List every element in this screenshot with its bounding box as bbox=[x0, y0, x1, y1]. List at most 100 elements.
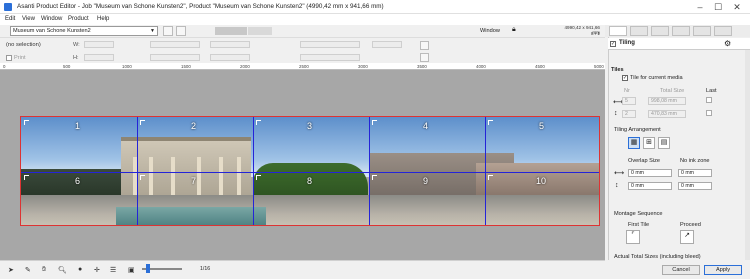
ruler-tick-label: 3000 bbox=[358, 63, 368, 69]
tab-media[interactable] bbox=[672, 26, 690, 36]
flip-button[interactable] bbox=[372, 41, 402, 48]
minimize-icon[interactable]: – bbox=[694, 2, 706, 12]
y-field[interactable] bbox=[150, 54, 200, 61]
width-field[interactable] bbox=[84, 41, 114, 48]
tiles-count-horizontal[interactable]: 5 bbox=[622, 97, 636, 105]
tile-size-horizontal[interactable]: 998,08 mm bbox=[648, 97, 686, 105]
gear-icon[interactable]: ⚙ bbox=[724, 39, 731, 48]
tile-number: 3 bbox=[307, 121, 313, 131]
guides-button[interactable] bbox=[420, 53, 429, 62]
sliders-icon[interactable]: ☰ bbox=[110, 266, 116, 274]
print-checkbox[interactable] bbox=[6, 55, 12, 61]
app-icon bbox=[4, 3, 12, 11]
panorama-image[interactable]: 1 2 3 4 5 6 7 8 9 10 bbox=[20, 116, 600, 226]
ruler-tick-label: 4500 bbox=[535, 63, 545, 69]
proceed-selector[interactable]: ↗ bbox=[680, 230, 694, 244]
tile-current-media-checkbox[interactable]: ✓ bbox=[622, 75, 628, 81]
arrangement-grid-button[interactable]: ▦ bbox=[628, 137, 640, 149]
chevron-down-icon: ▼ bbox=[150, 28, 155, 34]
arrangement-staggered-button[interactable]: ▤ bbox=[658, 137, 670, 149]
noink-vertical-field[interactable]: 0 mm bbox=[678, 182, 712, 190]
overlap-horizontal-field[interactable]: 0 mm bbox=[628, 169, 672, 177]
tiles-count-vertical[interactable]: 2 bbox=[622, 110, 636, 118]
ruler-tick-label: 5000 bbox=[594, 63, 604, 69]
tile-size-vertical[interactable]: 470,83 mm bbox=[648, 110, 686, 118]
last-vertical-checkbox[interactable] bbox=[706, 110, 712, 116]
overlap-vertical-field[interactable]: 0 mm bbox=[628, 182, 672, 190]
tab-layers[interactable] bbox=[630, 26, 648, 36]
menu-help[interactable]: Help bbox=[97, 16, 109, 22]
tile-corner-marker bbox=[24, 175, 29, 180]
cancel-button[interactable]: Cancel bbox=[662, 265, 700, 275]
tile-divider-vertical bbox=[485, 117, 486, 225]
hand-tool-icon[interactable]: ✋︎ bbox=[42, 266, 46, 274]
ruler-tick-label: 3500 bbox=[417, 63, 427, 69]
tiling-checkbox[interactable]: ✓ bbox=[610, 41, 616, 47]
tile-number: 8 bbox=[307, 176, 313, 186]
offset-field-b[interactable] bbox=[300, 54, 360, 61]
tile-corner-marker bbox=[24, 120, 29, 125]
scale-field[interactable] bbox=[210, 54, 250, 61]
eyedropper-icon[interactable]: ● bbox=[78, 266, 82, 273]
grid-button[interactable] bbox=[420, 41, 429, 50]
align-left-button[interactable] bbox=[163, 26, 173, 36]
print-label: Print bbox=[14, 55, 26, 61]
ruler-tick-label: 500 bbox=[63, 63, 71, 69]
fit-icon[interactable]: ▣ bbox=[128, 266, 135, 274]
tile-corner-marker bbox=[372, 120, 377, 125]
tab-finishing[interactable] bbox=[693, 26, 711, 36]
tile-number: 1 bbox=[75, 121, 81, 131]
menu-view[interactable]: View bbox=[22, 16, 35, 22]
tile-corner-marker bbox=[488, 175, 493, 180]
apply-button[interactable]: Apply bbox=[704, 265, 742, 275]
tile-number: 5 bbox=[539, 121, 545, 131]
zoom-slider-thumb[interactable] bbox=[146, 264, 150, 273]
menu-edit[interactable]: Edit bbox=[5, 16, 15, 22]
crosshair-icon[interactable]: ✛ bbox=[94, 266, 100, 274]
offset-field-a[interactable] bbox=[300, 41, 360, 48]
rotation-field[interactable] bbox=[210, 41, 250, 48]
zoom-tool-icon[interactable]: 🔍︎ bbox=[58, 266, 67, 274]
tile-divider-vertical bbox=[369, 117, 370, 225]
product-select[interactable]: Museum van Schone Kunsten2 ▼ bbox=[10, 26, 158, 36]
noink-horizontal-field[interactable]: 0 mm bbox=[678, 169, 712, 177]
tab-tiling[interactable] bbox=[609, 26, 627, 36]
height-field[interactable] bbox=[84, 54, 114, 61]
tab-more[interactable] bbox=[714, 26, 732, 36]
no-ink-label: No ink zone bbox=[680, 158, 710, 164]
zoom-value[interactable]: 1/16 bbox=[200, 266, 210, 272]
ruler-tick-label: 0 bbox=[3, 63, 6, 69]
window-button[interactable]: Window bbox=[480, 26, 510, 36]
tab-colors[interactable] bbox=[651, 26, 669, 36]
ruler-tick-label: 2000 bbox=[240, 63, 250, 69]
disabled-toggle-a[interactable] bbox=[215, 27, 247, 35]
ruler-tick-label: 1000 bbox=[122, 63, 132, 69]
align-center-button[interactable] bbox=[176, 26, 186, 36]
height-label: H: bbox=[73, 55, 79, 61]
x-field[interactable] bbox=[150, 41, 200, 48]
menu-product[interactable]: Product bbox=[68, 16, 89, 22]
ruler-tick-label: 2500 bbox=[299, 63, 309, 69]
tile-number: 7 bbox=[191, 176, 197, 186]
pen-tool-icon[interactable]: ✎ bbox=[25, 266, 31, 274]
close-icon[interactable]: ✕ bbox=[731, 2, 743, 12]
tiles-header: Tiles bbox=[611, 67, 624, 73]
first-tile-selector[interactable]: ⌜ bbox=[626, 230, 640, 244]
tile-corner-marker bbox=[256, 120, 261, 125]
maximize-icon[interactable]: ☐ bbox=[712, 2, 724, 12]
disabled-toggle-b[interactable] bbox=[248, 27, 272, 35]
tile-number: 9 bbox=[423, 176, 429, 186]
lock-icon[interactable]: 🔒︎ bbox=[512, 26, 520, 36]
ruler-tick-label: 1500 bbox=[181, 63, 191, 69]
last-horizontal-checkbox[interactable] bbox=[706, 97, 712, 103]
panel-scrollbar[interactable] bbox=[745, 50, 750, 260]
tile-current-media-label: Tile for current media bbox=[630, 75, 683, 81]
tile-divider-vertical bbox=[253, 117, 254, 225]
tile-corner-marker bbox=[372, 175, 377, 180]
select-tool-icon[interactable]: ➤ bbox=[8, 266, 14, 274]
arrangement-quad-button[interactable]: ⊞ bbox=[643, 137, 655, 149]
page-readout: 8 / 1 bbox=[591, 31, 600, 36]
tile-number: 10 bbox=[536, 176, 547, 186]
horizontal-arrow-icon: ⟷ bbox=[614, 170, 625, 177]
menu-window[interactable]: Window bbox=[41, 16, 62, 22]
